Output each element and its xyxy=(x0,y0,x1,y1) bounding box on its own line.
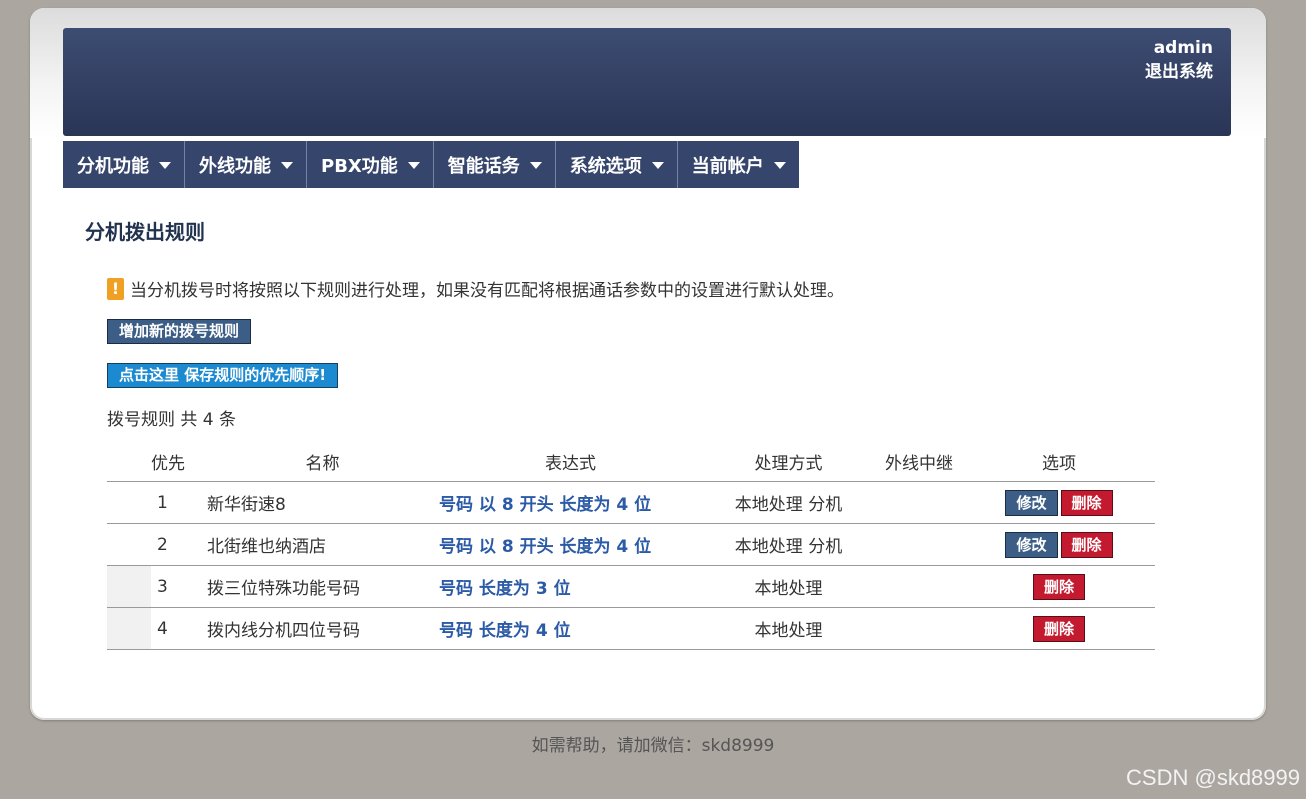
row-options: 删除 xyxy=(963,565,1155,608)
delete-button[interactable]: 删除 xyxy=(1032,615,1085,642)
nav-item-account[interactable]: 当前帐户 xyxy=(678,141,799,188)
watermark: CSDN @skd8999 xyxy=(1126,765,1300,790)
add-rule-button[interactable]: 增加新的拨号规则 xyxy=(107,319,252,344)
nav-item-extension[interactable]: 分机功能 xyxy=(63,141,185,188)
row-trunk xyxy=(875,523,963,566)
table-row: 1 新华街速8 号码 以 8 开头 长度为 4 位 本地处理 分机 修改 删除 xyxy=(107,481,1155,524)
nav-item-trunk[interactable]: 外线功能 xyxy=(185,141,307,188)
row-name: 北街维也纳酒店 xyxy=(206,523,439,566)
row-expression: 号码 长度为 4 位 xyxy=(439,607,702,650)
username: admin xyxy=(1153,38,1213,58)
delete-button[interactable]: 删除 xyxy=(1060,531,1113,558)
row-priority: 4 xyxy=(151,607,206,650)
row-priority: 2 xyxy=(151,523,206,566)
row-options: 修改 删除 xyxy=(963,481,1155,524)
row-name: 新华街速8 xyxy=(206,481,439,524)
nav-item-system[interactable]: 系统选项 xyxy=(556,141,678,188)
edit-button[interactable]: 修改 xyxy=(1005,531,1058,558)
row-spacer xyxy=(107,607,151,650)
caret-down-icon xyxy=(407,162,420,169)
header-name: 名称 xyxy=(206,441,439,482)
row-spacer xyxy=(107,565,151,608)
row-priority: 1 xyxy=(151,481,206,524)
row-options: 修改 删除 xyxy=(963,523,1155,566)
save-order-button[interactable]: 点击这里 保存规则的优先顺序! xyxy=(107,363,339,388)
nav-item-label: 外线功能 xyxy=(199,155,271,177)
row-method: 本地处理 xyxy=(702,607,875,650)
header-spacer xyxy=(107,441,151,482)
notice-text: 当分机拨号时将按照以下规则进行处理，如果没有匹配将根据通话参数中的设置进行默认处… xyxy=(130,281,844,301)
header-banner: admin 退出系统 xyxy=(63,28,1231,136)
rules-table: 优先 名称 表达式 处理方式 外线中继 选项 1 新华街速8 号码 以 8 开头… xyxy=(107,441,1155,650)
nav-item-label: 系统选项 xyxy=(569,155,642,177)
row-trunk xyxy=(875,481,963,524)
nav-item-label: 智能话务 xyxy=(447,155,520,177)
row-name: 拨三位特殊功能号码 xyxy=(206,565,439,608)
header-trunk: 外线中继 xyxy=(875,441,963,482)
help-footer: 如需帮助，请加微信：skd8999 xyxy=(531,736,775,756)
row-expression: 号码 以 8 开头 长度为 4 位 xyxy=(439,523,702,566)
delete-button[interactable]: 删除 xyxy=(1032,573,1085,600)
table-row: 2 北街维也纳酒店 号码 以 8 开头 长度为 4 位 本地处理 分机 修改 删除 xyxy=(107,523,1155,566)
header-expression: 表达式 xyxy=(439,441,702,482)
header-method: 处理方式 xyxy=(702,441,875,482)
caret-down-icon xyxy=(773,162,786,169)
table-row: 3 拨三位特殊功能号码 号码 长度为 3 位 本地处理 删除 xyxy=(107,565,1155,608)
logout-link[interactable]: 退出系统 xyxy=(1145,60,1213,84)
header-options: 选项 xyxy=(963,441,1155,482)
row-spacer xyxy=(107,523,151,566)
row-method: 本地处理 xyxy=(702,565,875,608)
row-method: 本地处理 分机 xyxy=(702,481,875,524)
rule-count: 拨号规则 共 4 条 xyxy=(107,410,237,430)
delete-button[interactable]: 删除 xyxy=(1060,489,1113,516)
caret-down-icon xyxy=(529,162,542,169)
nav-bar: 分机功能 外线功能 PBX功能 智能话务 系统选项 当前帐户 xyxy=(63,141,799,188)
notice: ! 当分机拨号时将按照以下规则进行处理，如果没有匹配将根据通话参数中的设置进行默… xyxy=(107,276,844,301)
row-name: 拨内线分机四位号码 xyxy=(206,607,439,650)
row-expression: 号码 以 8 开头 长度为 4 位 xyxy=(439,481,702,524)
caret-down-icon xyxy=(281,162,293,169)
nav-item-smart-call[interactable]: 智能话务 xyxy=(434,141,556,188)
caret-down-icon xyxy=(651,162,664,169)
header-priority: 优先 xyxy=(151,441,206,482)
user-box: admin 退出系统 xyxy=(1145,36,1213,84)
table-header-row: 优先 名称 表达式 处理方式 外线中继 选项 xyxy=(107,441,1155,482)
nav-item-label: 分机功能 xyxy=(77,155,149,177)
table-row: 4 拨内线分机四位号码 号码 长度为 4 位 本地处理 删除 xyxy=(107,607,1155,650)
page-title: 分机拨出规则 xyxy=(85,220,205,244)
nav-item-label: 当前帐户 xyxy=(691,155,764,177)
edit-button[interactable]: 修改 xyxy=(1005,489,1058,516)
row-spacer xyxy=(107,481,151,524)
warning-icon: ! xyxy=(107,277,124,300)
row-method: 本地处理 分机 xyxy=(702,523,875,566)
row-expression: 号码 长度为 3 位 xyxy=(439,565,702,608)
nav-item-label: PBX功能 xyxy=(321,155,398,177)
row-trunk xyxy=(875,607,963,650)
main-panel: admin 退出系统 分机功能 外线功能 PBX功能 智能话务 系统选项 当前帐… xyxy=(30,8,1266,720)
row-priority: 3 xyxy=(151,565,206,608)
row-options: 删除 xyxy=(963,607,1155,650)
row-trunk xyxy=(875,565,963,608)
nav-item-pbx[interactable]: PBX功能 xyxy=(307,141,434,188)
caret-down-icon xyxy=(159,162,171,169)
